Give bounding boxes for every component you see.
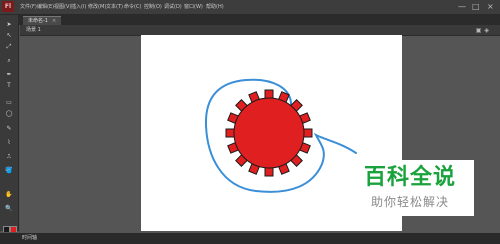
rectangle-tool-icon[interactable]: ▭ [4, 99, 14, 107]
timeline-tab[interactable]: 时间轴 [22, 234, 37, 242]
oval-tool-icon[interactable]: ◯ [4, 110, 14, 118]
menu-control[interactable]: 控制(O) [144, 2, 162, 12]
toolbox: ➤ ↖ ⤢ ⌕ ✒ T ▭ ◯ ✎ ⌇ ⎍ 🪣 ✋ 🔍 [0, 15, 19, 231]
app-logo: Fl [2, 1, 14, 12]
selection-tool-icon[interactable]: ➤ [4, 21, 14, 29]
menu-debug[interactable]: 调试(D) [164, 2, 182, 12]
close-window-button[interactable]: × [487, 2, 494, 12]
lasso-tool-icon[interactable]: ⌕ [4, 57, 14, 65]
document-tab-title: 未命名-1 [28, 18, 48, 24]
pen-tool-icon[interactable]: ✒ [4, 71, 14, 79]
paint-bucket-tool-icon[interactable]: 🪣 [4, 167, 14, 175]
watermark-logo: 百科全说 [363, 165, 456, 190]
brush-tool-icon[interactable]: ⌇ [4, 139, 14, 147]
bottom-panel-bar [0, 232, 500, 244]
document-tab-bar [0, 15, 500, 25]
menu-help[interactable]: 帮助(H) [206, 2, 224, 12]
watermark-tagline: 助你轻松解决 [370, 195, 449, 209]
edit-symbol-icon[interactable]: ◈ [484, 27, 492, 34]
ink-bottle-tool-icon[interactable]: ⎍ [4, 153, 14, 161]
menu-modify[interactable]: 修改(M) [88, 2, 106, 12]
hand-tool-icon[interactable]: ✋ [4, 191, 14, 199]
menu-window[interactable]: 窗口(W) [184, 2, 203, 12]
menu-file[interactable]: 文件(F) [20, 2, 37, 12]
menu-text[interactable]: 文本(T) [106, 2, 123, 12]
text-tool-icon[interactable]: T [4, 82, 14, 90]
maximize-button[interactable]: □ [472, 2, 480, 12]
minimize-button[interactable]: — [458, 2, 466, 12]
zoom-tool-icon[interactable]: 🔍 [4, 205, 14, 213]
subselection-tool-icon[interactable]: ↖ [4, 32, 14, 40]
pencil-tool-icon[interactable]: ✎ [4, 125, 14, 133]
gear-body [233, 97, 305, 169]
free-transform-tool-icon[interactable]: ⤢ [4, 43, 14, 51]
close-tab-icon[interactable]: × [52, 18, 56, 24]
menu-insert[interactable]: 插入(I) [71, 2, 86, 12]
menu-commands[interactable]: 命令(C) [124, 2, 141, 12]
menu-edit[interactable]: 编辑(E) [37, 2, 54, 12]
red-gear-shape [225, 89, 313, 177]
scene-icons: ▣◈ [476, 26, 492, 35]
menu-view[interactable]: 视图(V) [54, 2, 71, 12]
scene-label[interactable]: 场景 1 [26, 26, 41, 35]
